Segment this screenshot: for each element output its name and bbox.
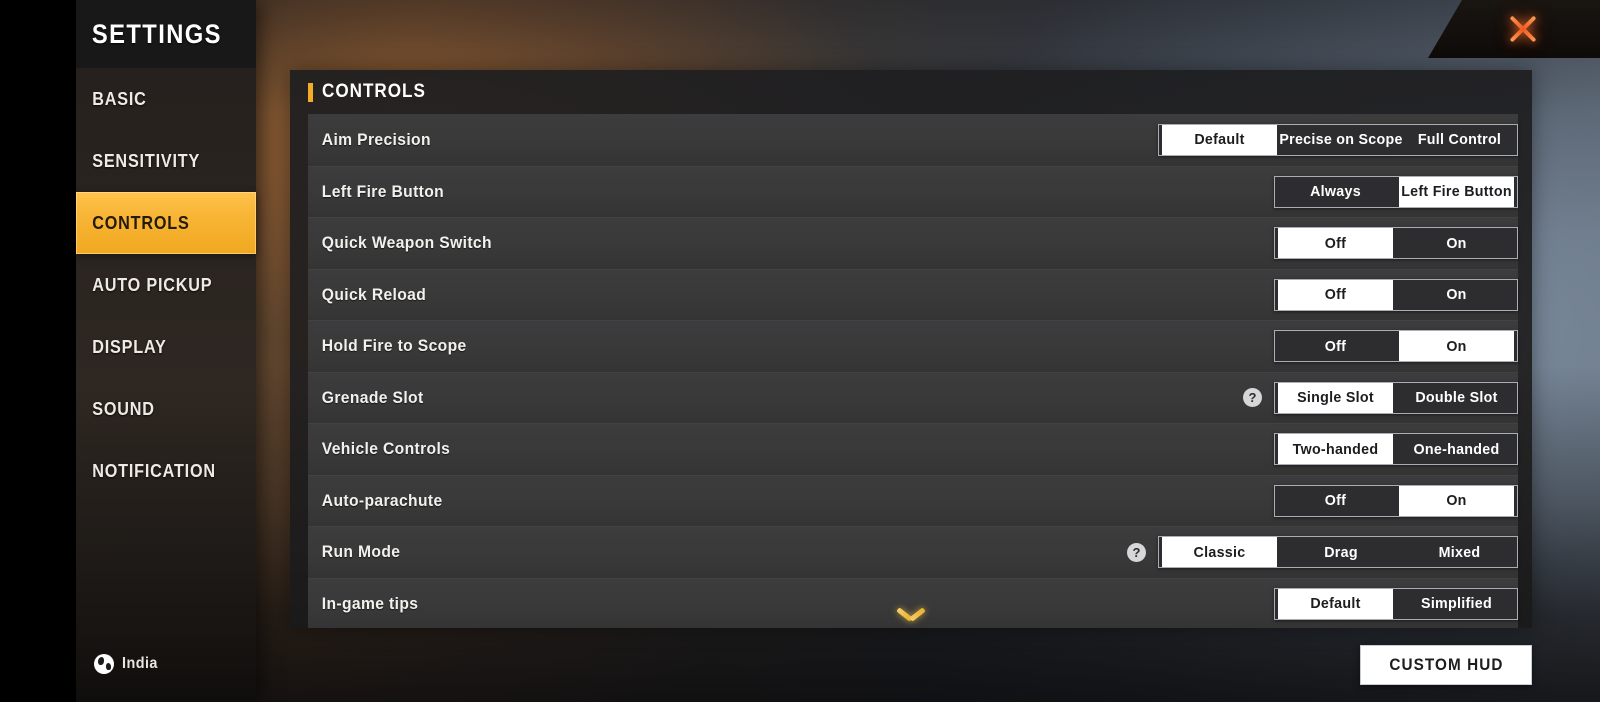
segment-option[interactable]: Single Slot: [1278, 382, 1393, 413]
segment-option[interactable]: Mixed: [1405, 537, 1514, 567]
segmented-toggle: Always Left Fire Button: [1274, 175, 1518, 208]
setting-control: Off On: [1274, 227, 1518, 260]
segmented-toggle: Two-handed One-handed: [1274, 433, 1518, 466]
panel-title: CONTROLS: [322, 81, 426, 102]
close-icon: [1506, 12, 1540, 46]
sidebar-item-sound[interactable]: SOUND: [76, 378, 256, 440]
sidebar-item-display[interactable]: DISPLAY: [76, 316, 256, 378]
table-row: Auto-parachute Off On: [308, 474, 1518, 526]
segment-option[interactable]: Default: [1162, 124, 1277, 155]
sidebar-nav: BASIC SENSITIVITY CONTROLS AUTO PICKUP DISPL…: [76, 68, 256, 502]
table-row: Quick Reload Off On: [308, 268, 1518, 320]
segment-option[interactable]: Classic: [1162, 537, 1277, 568]
panel-header: CONTROLS: [290, 70, 1532, 114]
segment-option[interactable]: Precise on Scope: [1279, 125, 1402, 155]
sidebar-item-label: BASIC: [92, 88, 147, 109]
settings-sidebar: SETTINGS BASIC SENSITIVITY CONTROLS AUTO PI…: [76, 0, 256, 702]
sidebar-item-label: NOTIFICATION: [92, 460, 216, 481]
locale-label: India: [122, 655, 158, 672]
setting-control: Off On: [1274, 484, 1518, 517]
sidebar-item-label: SOUND: [92, 398, 155, 419]
settings-screen: SETTINGS BASIC SENSITIVITY CONTROLS AUTO PI…: [0, 0, 1600, 702]
chevron-down-icon[interactable]: [896, 607, 926, 626]
sidebar-item-auto-pickup[interactable]: AUTO PICKUP: [76, 254, 256, 316]
segment-option[interactable]: Default: [1278, 588, 1393, 619]
setting-label: Quick Reload: [321, 284, 427, 304]
help-icon[interactable]: ?: [1127, 542, 1146, 562]
sidebar-item-label: SENSITIVITY: [92, 150, 201, 171]
table-row: Quick Weapon Switch Off On: [308, 217, 1518, 269]
custom-hud-label: CUSTOM HUD: [1388, 655, 1504, 674]
segment-option[interactable]: Drag: [1283, 537, 1399, 567]
setting-label: In-game tips: [321, 593, 419, 613]
setting-control: Default Simplified: [1274, 587, 1518, 620]
setting-label: Grenade Slot: [321, 387, 424, 407]
sidebar-item-label: AUTO PICKUP: [92, 274, 213, 295]
setting-label: Vehicle Controls: [321, 439, 451, 459]
setting-label: Hold Fire to Scope: [321, 336, 467, 356]
controls-panel: CONTROLS Aim Precision Default Precise on …: [290, 70, 1532, 628]
settings-title: SETTINGS: [91, 18, 222, 49]
segmented-toggle: Default Precise on Scope Full Control: [1158, 123, 1518, 156]
sidebar-item-notification[interactable]: NOTIFICATION: [76, 440, 256, 502]
sidebar-item-sensitivity[interactable]: SENSITIVITY: [76, 130, 256, 192]
custom-hud-button[interactable]: CUSTOM HUD: [1360, 645, 1532, 685]
segment-option[interactable]: On: [1399, 228, 1514, 258]
segment-option[interactable]: Always: [1278, 177, 1393, 207]
segmented-toggle: Off On: [1274, 278, 1518, 311]
segment-option[interactable]: On: [1399, 280, 1514, 310]
segment-option[interactable]: On: [1399, 485, 1514, 516]
setting-control: ? Single Slot Double Slot: [1243, 381, 1518, 414]
sidebar-header: SETTINGS: [76, 0, 256, 68]
segment-option[interactable]: Two-handed: [1278, 434, 1393, 465]
setting-label: Aim Precision: [321, 129, 431, 149]
table-row: Run Mode? Classic Drag Mixed: [308, 526, 1518, 578]
setting-control: Off On: [1274, 330, 1518, 363]
setting-label: Auto-parachute: [321, 490, 443, 510]
segmented-toggle: Default Simplified: [1274, 587, 1518, 620]
segmented-toggle: Single Slot Double Slot: [1274, 381, 1518, 414]
segment-option[interactable]: Off: [1278, 331, 1393, 361]
setting-control: ? Classic Drag Mixed: [1127, 536, 1518, 569]
sidebar-item-label: CONTROLS: [92, 212, 190, 233]
table-row: Vehicle Controls Two-handed One-handed: [308, 423, 1518, 475]
segment-option[interactable]: Simplified: [1399, 589, 1514, 619]
segment-option[interactable]: Off: [1278, 279, 1393, 310]
sidebar-item-basic[interactable]: BASIC: [76, 68, 256, 130]
segmented-toggle: Classic Drag Mixed: [1158, 536, 1518, 569]
segment-option[interactable]: One-handed: [1399, 434, 1514, 464]
segment-option[interactable]: Off: [1278, 228, 1393, 259]
setting-label: Run Mode: [321, 542, 401, 562]
segment-option[interactable]: On: [1399, 331, 1514, 362]
table-row: Left Fire Button Always Left Fire Button: [308, 165, 1518, 217]
segment-option[interactable]: Double Slot: [1399, 383, 1514, 413]
setting-control: Off On: [1274, 278, 1518, 311]
setting-label: Quick Weapon Switch: [321, 233, 492, 253]
sidebar-item-controls[interactable]: CONTROLS: [76, 192, 256, 254]
header-accent-bar: [308, 82, 313, 102]
settings-row-list: Aim Precision Default Precise on Scope Full…: [290, 114, 1532, 628]
segment-option[interactable]: Off: [1278, 486, 1393, 516]
segmented-toggle: Off On: [1274, 330, 1518, 363]
setting-control: Always Left Fire Button: [1274, 175, 1518, 208]
segment-option[interactable]: Left Fire Button: [1399, 176, 1514, 207]
table-row: Grenade Slot? Single Slot Double Slot: [308, 371, 1518, 423]
segmented-toggle: Off On: [1274, 227, 1518, 260]
locale-indicator[interactable]: India: [94, 654, 162, 674]
segmented-toggle: Off On: [1274, 484, 1518, 517]
segment-option[interactable]: Full Control: [1405, 125, 1514, 155]
setting-control: Two-handed One-handed: [1274, 433, 1518, 466]
sidebar-item-label: DISPLAY: [92, 336, 167, 357]
setting-label: Left Fire Button: [321, 181, 445, 201]
table-row: Hold Fire to Scope Off On: [308, 320, 1518, 372]
setting-control: Default Precise on Scope Full Control: [1158, 123, 1518, 156]
help-icon[interactable]: ?: [1243, 388, 1262, 408]
globe-icon: [94, 654, 114, 674]
left-black-rail: [0, 0, 76, 702]
table-row: Aim Precision Default Precise on Scope Full…: [308, 114, 1518, 166]
